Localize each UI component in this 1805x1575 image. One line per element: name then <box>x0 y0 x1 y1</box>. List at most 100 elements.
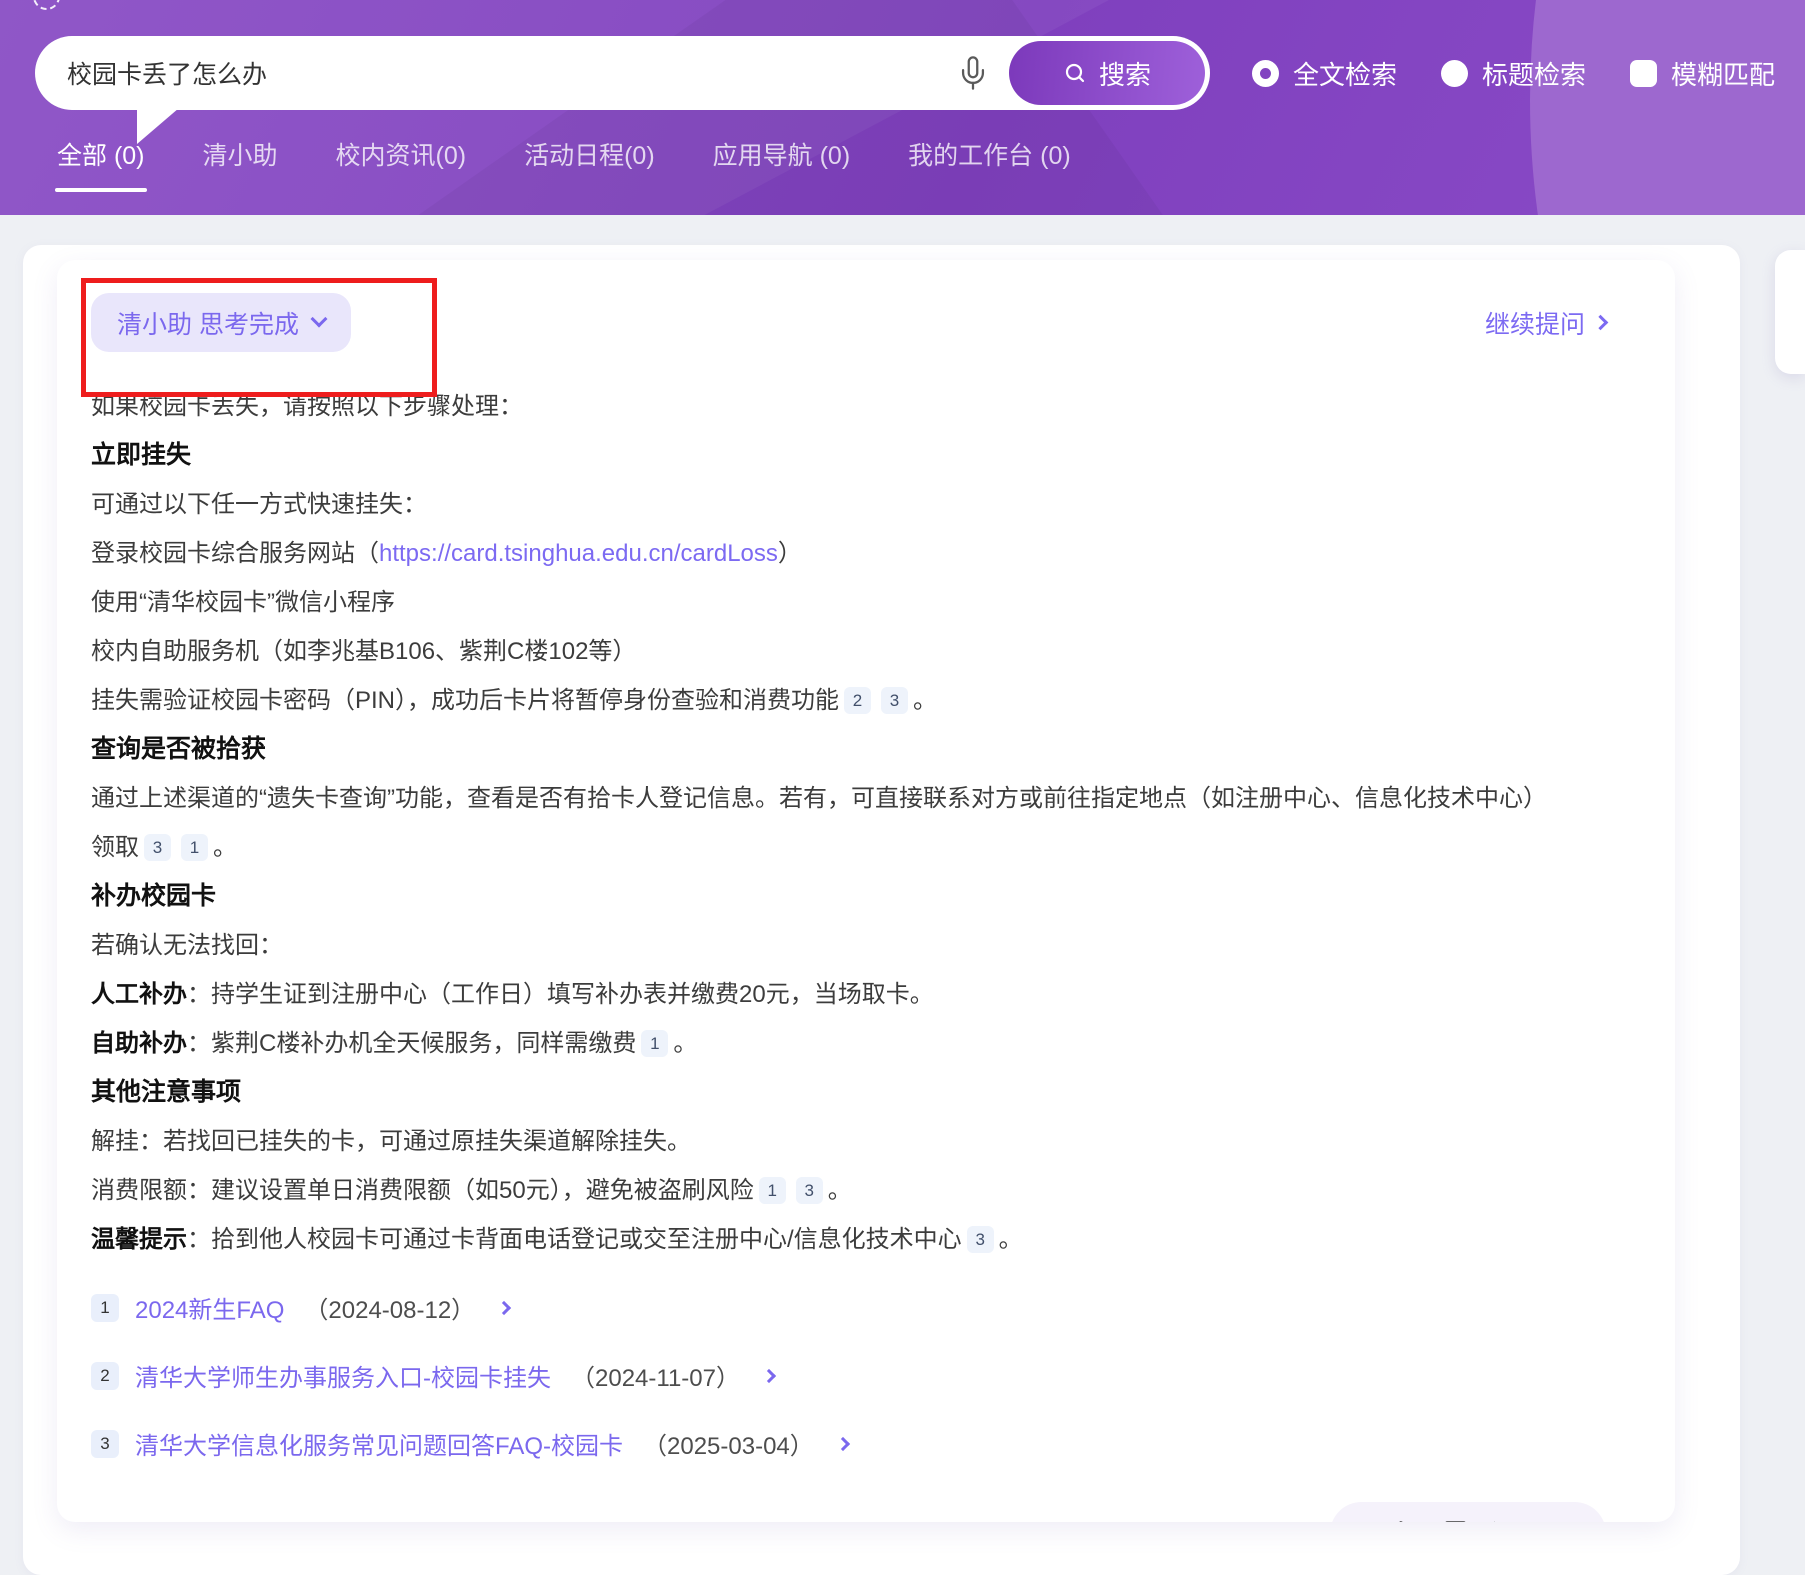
result-tabs: 全部 (0) 清小助 校内资讯(0) 活动日程(0) 应用导航 (0) 我的工作… <box>55 130 1073 198</box>
text: 如果校园卡丢失，请按照以下步骤处理： <box>91 393 523 420</box>
reference-item[interactable]: 2 清华大学师生办事服务入口-校园卡挂失 （2024-11-07） <box>91 1358 1606 1393</box>
section-heading: 其他注意事项 <box>91 1068 1606 1117</box>
tab-all[interactable]: 全部 (0) <box>55 130 147 198</box>
status-badge-label: 清小助 思考完成 <box>117 305 299 341</box>
citation-badge[interactable]: 3 <box>144 834 171 861</box>
chevron-right-icon[interactable] <box>497 1300 511 1314</box>
reference-date: （2024-08-12） <box>304 1290 475 1325</box>
tab-workbench[interactable]: 我的工作台 (0) <box>906 130 1073 198</box>
answer-actions-row <box>57 1494 1675 1522</box>
bold-text: 人工补办 <box>91 981 187 1008</box>
text: 补办校园卡 <box>91 882 216 910</box>
answer-paragraph: 可通过以下任一方式快速挂失： <box>91 480 1606 529</box>
search-input[interactable] <box>65 36 705 110</box>
citation-badge[interactable]: 1 <box>759 1177 786 1204</box>
text: 领取 <box>91 834 139 861</box>
tab-qingxiaozhu[interactable]: 清小助 <box>201 130 280 198</box>
tab-campus-news[interactable]: 校内资讯(0) <box>334 130 469 198</box>
answer-paragraph: 如果校园卡丢失，请按照以下步骤处理： <box>91 382 1606 431</box>
search-button-label: 搜索 <box>1099 55 1151 92</box>
search-bar: 搜索 <box>35 36 1210 110</box>
text: ：紫荆C楼补办机全天候服务，同样需缴费 <box>187 1030 636 1057</box>
side-panel-edge <box>1775 250 1805 374</box>
tab-events[interactable]: 活动日程(0) <box>522 130 657 198</box>
answer-paragraph: 登录校园卡综合服务网站（https://card.tsinghua.edu.cn… <box>91 529 1606 578</box>
text: 使用“清华校园卡”微信小程序 <box>91 589 395 616</box>
text: 若确认无法找回： <box>91 932 283 959</box>
text: 。 <box>213 834 237 861</box>
reference-date: （2024-11-07） <box>571 1358 740 1393</box>
answer-paragraph: 温馨提示：拾到他人校园卡可通过卡背面电话登记或交至注册中心/信息化技术中心3。 <box>91 1215 1606 1264</box>
ai-answer-card: 清小助 思考完成 继续提问 如果校园卡丢失，请按照以下步骤处理： 立即挂失可通过以… <box>57 260 1675 1522</box>
answer-card-header: 清小助 思考完成 继续提问 <box>57 260 1675 352</box>
citation-badge[interactable]: 3 <box>796 1177 823 1204</box>
citation-badge[interactable]: 1 <box>641 1030 668 1057</box>
text: 。 <box>999 1226 1023 1253</box>
text: 校内自助服务机（如李兆基B106、紫荆C楼102等） <box>91 638 636 665</box>
answer-body: 如果校园卡丢失，请按照以下步骤处理： 立即挂失可通过以下任一方式快速挂失： 登录校园… <box>57 352 1675 1264</box>
option-label: 标题检索 <box>1482 55 1586 92</box>
reference-item[interactable]: 1 2024新生FAQ （2024-08-12） <box>91 1290 1606 1325</box>
reference-number-badge: 3 <box>91 1430 119 1458</box>
text: 挂失需验证校园卡密码（PIN），成功后卡片将暂停身份查验和消费功能 <box>91 687 839 714</box>
thumbs-up-icon <box>1388 1520 1415 1522</box>
text: ：拾到他人校园卡可通过卡背面电话登记或交至注册中心/信息化技术中心 <box>187 1226 962 1253</box>
section-heading: 补办校园卡 <box>91 872 1606 921</box>
search-button[interactable]: 搜索 <box>1009 41 1205 105</box>
citation-badge[interactable]: 2 <box>844 687 871 714</box>
search-options: 全文检索 标题检索 模糊匹配 <box>1252 36 1775 110</box>
text: 解挂：若找回已挂失的卡，可通过原挂失渠道解除挂失。 <box>91 1128 691 1155</box>
text: ：持学生证到注册中心（工作日）填写补办表并缴费20元，当场取卡。 <box>187 981 934 1008</box>
citation-badge[interactable]: 1 <box>181 834 208 861</box>
reference-item[interactable]: 3 清华大学信息化服务常见问题回答FAQ-校园卡 （2025-03-04） <box>91 1426 1606 1461</box>
reference-title-link[interactable]: 清华大学师生办事服务入口-校园卡挂失 <box>135 1358 551 1393</box>
reference-title-link[interactable]: 2024新生FAQ <box>135 1290 284 1325</box>
reference-list: 1 2024新生FAQ （2024-08-12） 2 清华大学师生办事服务入口-… <box>57 1264 1675 1461</box>
checkbox-icon[interactable] <box>1630 60 1657 87</box>
text: 立即挂失 <box>91 441 191 469</box>
answer-paragraph: 若确认无法找回： <box>91 921 1606 970</box>
answer-paragraph: 使用“清华校园卡”微信小程序 <box>91 578 1606 627</box>
bold-text: 自助补办 <box>91 1030 187 1057</box>
reference-number-badge: 2 <box>91 1362 119 1390</box>
radio-selected-icon[interactable] <box>1252 60 1279 87</box>
search-icon <box>1063 61 1087 85</box>
option-fulltext-search[interactable]: 全文检索 <box>1252 55 1397 92</box>
option-title-search[interactable]: 标题检索 <box>1441 55 1586 92</box>
bold-text: 温馨提示 <box>91 1226 187 1253</box>
thumbs-down-button[interactable] <box>1441 1520 1468 1522</box>
inline-link[interactable]: https://card.tsinghua.edu.cn/cardLoss <box>379 540 778 567</box>
tab-app-nav[interactable]: 应用导航 (0) <box>711 130 853 198</box>
continue-asking-link[interactable]: 继续提问 <box>1485 305 1606 341</box>
assistant-status-badge[interactable]: 清小助 思考完成 <box>91 293 351 352</box>
text: 可通过以下任一方式快速挂失： <box>91 491 427 518</box>
text: ） <box>778 540 802 567</box>
answer-paragraph: 自助补办：紫荆C楼补办机全天候服务，同样需缴费1。 <box>91 1019 1606 1068</box>
text: 其他注意事项 <box>91 1078 241 1106</box>
chevron-right-icon[interactable] <box>762 1368 776 1382</box>
thumbs-down-icon <box>1441 1520 1468 1522</box>
text: 。 <box>913 687 937 714</box>
citation-badge[interactable]: 3 <box>881 687 908 714</box>
thumbs-up-button[interactable] <box>1388 1520 1415 1522</box>
regenerate-icon <box>1521 1520 1548 1522</box>
divider <box>1494 1521 1495 1523</box>
answer-actions <box>1330 1502 1606 1522</box>
text: 。 <box>673 1030 697 1057</box>
regenerate-button[interactable] <box>1521 1520 1548 1522</box>
microphone-icon[interactable] <box>956 56 990 90</box>
text: 登录校园卡综合服务网站（ <box>91 540 379 567</box>
reference-date: （2025-03-04） <box>643 1426 814 1461</box>
citation-badge[interactable]: 3 <box>967 1226 994 1253</box>
option-label: 全文检索 <box>1293 55 1397 92</box>
answer-paragraph: 人工补办：持学生证到注册中心（工作日）填写补办表并缴费20元，当场取卡。 <box>91 970 1606 1019</box>
page-header: 搜索 全文检索 标题检索 模糊匹配 全部 (0) 清小助 校内资讯(0) 活动日… <box>0 0 1805 215</box>
text: 消费限额：建议设置单日消费限额（如50元），避免被盗刷风险 <box>91 1177 754 1204</box>
answer-paragraph: 解挂：若找回已挂失的卡，可通过原挂失渠道解除挂失。 <box>91 1117 1606 1166</box>
radio-icon[interactable] <box>1441 60 1468 87</box>
reference-title-link[interactable]: 清华大学信息化服务常见问题回答FAQ-校园卡 <box>135 1426 623 1461</box>
chevron-right-icon[interactable] <box>836 1436 850 1450</box>
text: 。 <box>828 1177 852 1204</box>
answer-paragraph: 通过上述渠道的“遗失卡查询”功能，查看是否有拾卡人登记信息。若有，可直接联系对方… <box>91 774 1606 872</box>
option-fuzzy-match[interactable]: 模糊匹配 <box>1630 55 1775 92</box>
